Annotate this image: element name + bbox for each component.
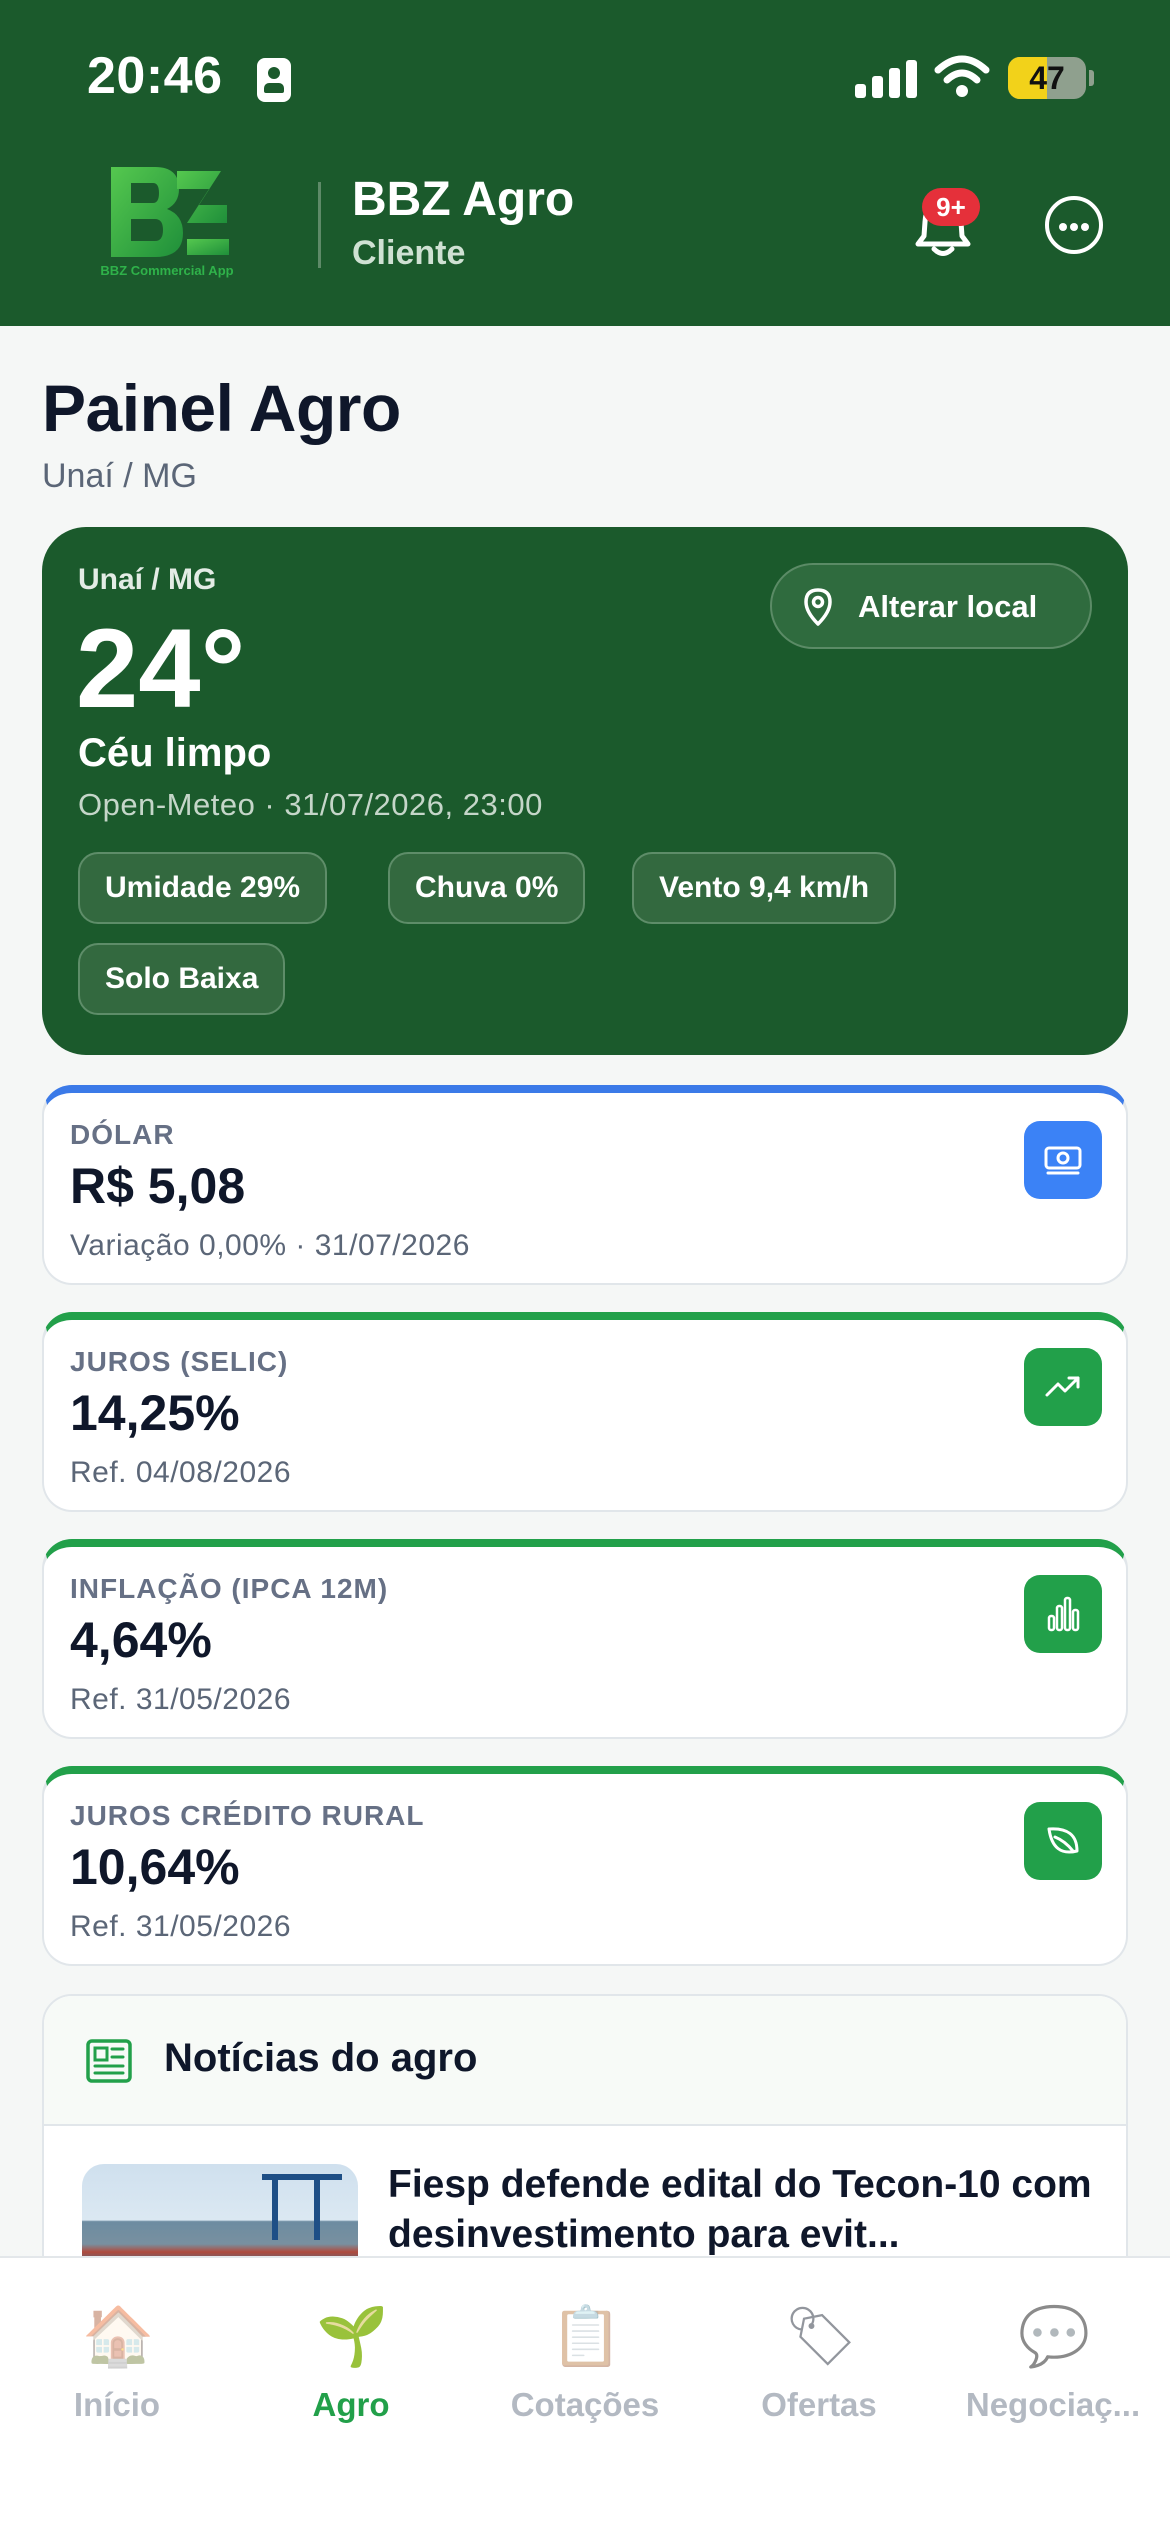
speech-bubble-icon: 💬 — [1018, 2304, 1091, 2369]
change-location-button[interactable]: Alterar local — [770, 563, 1092, 649]
battery-level: 47 — [1029, 60, 1065, 96]
indicator-card-rural-credit[interactable]: JUROS CRÉDITO RURAL 10,64% Ref. 31/05/20… — [42, 1766, 1128, 1966]
weather-temperature: 24° — [76, 606, 246, 731]
wind-chip: Vento 9,4 km/h — [632, 852, 897, 924]
location-pin-icon — [804, 588, 832, 626]
indicator-value: R$ 5,08 — [70, 1158, 246, 1214]
tab-label: Início — [73, 2386, 161, 2423]
indicator-value: 10,64% — [70, 1839, 240, 1895]
app-logo: BBZ Commercial App — [97, 165, 237, 285]
contact-card-icon — [257, 58, 291, 102]
leaf-icon — [1024, 1802, 1102, 1880]
indicator-reference: Variação 0,00% · 31/07/2026 — [70, 1229, 470, 1262]
page-subtitle: Unaí / MG — [42, 457, 197, 495]
cellular-signal-icon — [855, 58, 917, 98]
money-icon — [1024, 1121, 1102, 1199]
tab-negociacoes[interactable]: 💬 Negociaç... — [936, 2302, 1170, 2424]
indicator-label: JUROS (SELIC) — [70, 1346, 289, 1377]
change-location-label: Alterar local — [858, 589, 1038, 624]
indicator-card-selic[interactable]: JUROS (SELIC) 14,25% Ref. 04/08/2026 — [42, 1312, 1128, 1512]
battery-icon: 47 — [1008, 57, 1086, 99]
indicator-label: DÓLAR — [70, 1119, 175, 1150]
rain-chip: Chuva 0% — [388, 852, 586, 924]
clipboard-icon: 📋 — [550, 2304, 623, 2369]
tab-label: Ofertas — [761, 2386, 877, 2423]
indicator-reference: Ref. 31/05/2026 — [70, 1683, 292, 1716]
logo-subtitle: BBZ Commercial App — [100, 263, 234, 278]
tab-agro[interactable]: 🌱 Agro — [234, 2302, 468, 2424]
news-section-title: Notícias do agro — [164, 2036, 478, 2080]
indicator-card-inflation[interactable]: INFLAÇÃO (IPCA 12M) 4,64% Ref. 31/05/202… — [42, 1539, 1128, 1739]
status-bar: 20:46 47 — [0, 0, 1170, 150]
indicator-reference: Ref. 04/08/2026 — [70, 1456, 292, 1489]
bottom-tab-bar: 🏠 Início 🌱 Agro 📋 Cotações 🏷 Ofertas 💬 N… — [0, 2256, 1170, 2532]
house-icon: 🏠 — [82, 2304, 155, 2369]
app-name: BBZ Agro — [352, 173, 575, 226]
tab-inicio[interactable]: 🏠 Início — [0, 2302, 234, 2424]
user-role: Cliente — [352, 234, 466, 272]
tab-label: Negociaç... — [965, 2386, 1141, 2423]
tab-ofertas[interactable]: 🏷 Ofertas — [702, 2302, 936, 2424]
weather-location: Unaí / MG — [78, 563, 217, 596]
weather-condition: Céu limpo — [78, 731, 272, 775]
newspaper-icon — [86, 2039, 132, 2083]
indicator-value: 14,25% — [70, 1385, 240, 1441]
indicator-value: 4,64% — [70, 1612, 212, 1668]
tag-icon: 🏷 — [784, 2304, 858, 2369]
indicator-card-dollar[interactable]: DÓLAR R$ 5,08 Variação 0,00% · 31/07/202… — [42, 1085, 1128, 1285]
tab-label: Agro — [312, 2386, 390, 2423]
tab-cotacoes[interactable]: 📋 Cotações — [468, 2302, 702, 2424]
weather-source: Open-Meteo · 31/07/2026, 23:00 — [78, 787, 543, 822]
seedling-icon: 🌱 — [316, 2304, 389, 2369]
tab-label: Cotações — [510, 2386, 660, 2423]
soil-chip: Solo Baixa — [78, 943, 286, 1015]
more-options-button[interactable] — [1045, 196, 1103, 254]
weather-card: Unaí / MG 24° Céu limpo Open-Meteo · 31/… — [42, 527, 1128, 1055]
indicator-reference: Ref. 31/05/2026 — [70, 1910, 292, 1943]
bar-chart-icon — [1024, 1575, 1102, 1653]
app-header: 20:46 47 BBZ Commercial App BBZ Agro Cli… — [0, 0, 1170, 326]
wifi-icon — [934, 55, 990, 97]
trend-up-icon — [1024, 1348, 1102, 1426]
news-headline[interactable]: Fiesp defende edital do Tecon-10 com des… — [388, 2160, 1098, 2260]
indicator-label: JUROS CRÉDITO RURAL — [70, 1800, 425, 1831]
news-header: Notícias do agro — [44, 1996, 1126, 2126]
header-divider — [318, 182, 321, 268]
notification-badge: 9+ — [922, 188, 980, 226]
indicator-label: INFLAÇÃO (IPCA 12M) — [70, 1573, 389, 1604]
humidity-chip: Umidade 29% — [78, 852, 328, 924]
status-time: 20:46 — [87, 47, 223, 105]
page-title: Painel Agro — [42, 371, 401, 445]
